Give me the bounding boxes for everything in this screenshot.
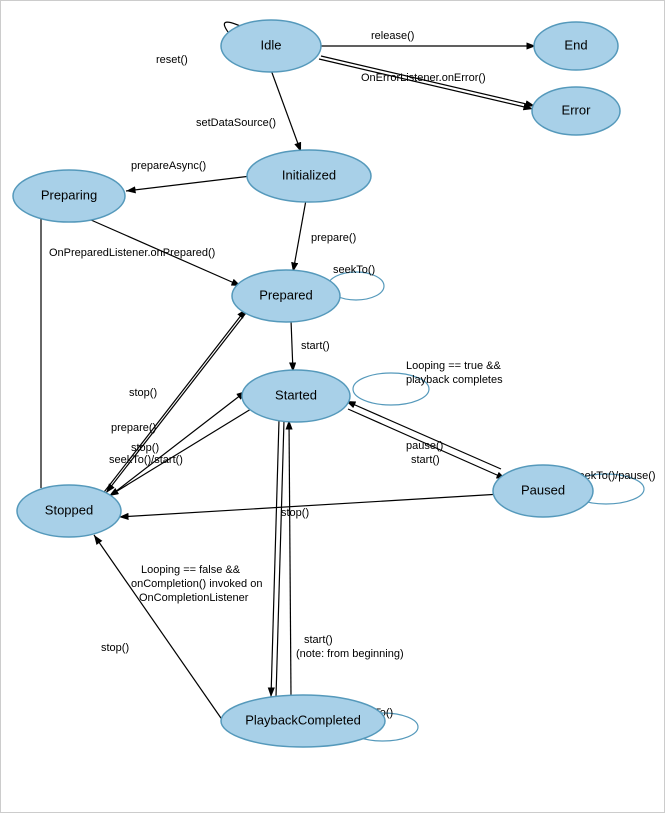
label-looping-false2: onCompletion() invoked on: [131, 578, 262, 590]
label-onprepared: OnPreparedListener.onPrepared(): [49, 247, 215, 259]
state-idle-label: Idle: [261, 37, 282, 52]
diagram-container: release() OnErrorListener.onError() rese…: [0, 0, 665, 813]
label-start-paused: start(): [411, 454, 440, 466]
label-stop-started: stop(): [131, 442, 159, 454]
state-preparing-label: Preparing: [41, 187, 97, 202]
label-prepareasync1: prepareAsync(): [131, 160, 206, 172]
label-release: release(): [371, 30, 414, 42]
state-prepared-label: Prepared: [259, 287, 312, 302]
label-onerror: OnErrorListener.onError(): [361, 72, 486, 84]
state-playbackcompleted-label: PlaybackCompleted: [245, 712, 361, 727]
label-playback-completes: playback completes: [406, 374, 503, 386]
label-start-playback1: start(): [304, 634, 333, 646]
state-error-label: Error: [562, 102, 592, 117]
label-setdatasource: setDataSource(): [196, 117, 276, 129]
label-reset: reset(): [156, 54, 188, 66]
label-prepare1: prepare(): [311, 232, 356, 244]
label-stop-paused: stop(): [281, 507, 309, 519]
label-start-playback2: (note: from beginning): [296, 648, 404, 660]
label-stop-playback: stop(): [101, 642, 129, 654]
label-prepare-stopped: prepare(): [111, 422, 156, 434]
label-looping-true: Looping == true &&: [406, 360, 501, 372]
state-end-label: End: [564, 37, 587, 52]
label-start1: start(): [301, 340, 330, 352]
state-started-label: Started: [275, 387, 317, 402]
label-stop-prepared: stop(): [129, 387, 157, 399]
label-seekto-prepared: seekTo(): [333, 264, 375, 276]
label-looping-false3: OnCompletionListener: [139, 592, 249, 604]
label-looping-false1: Looping == false &&: [141, 564, 241, 576]
state-paused-label: Paused: [521, 482, 565, 497]
state-initialized-label: Initialized: [282, 167, 336, 182]
label-seekto-start: seekTo()/start(): [109, 454, 183, 466]
state-stopped-label: Stopped: [45, 502, 93, 517]
